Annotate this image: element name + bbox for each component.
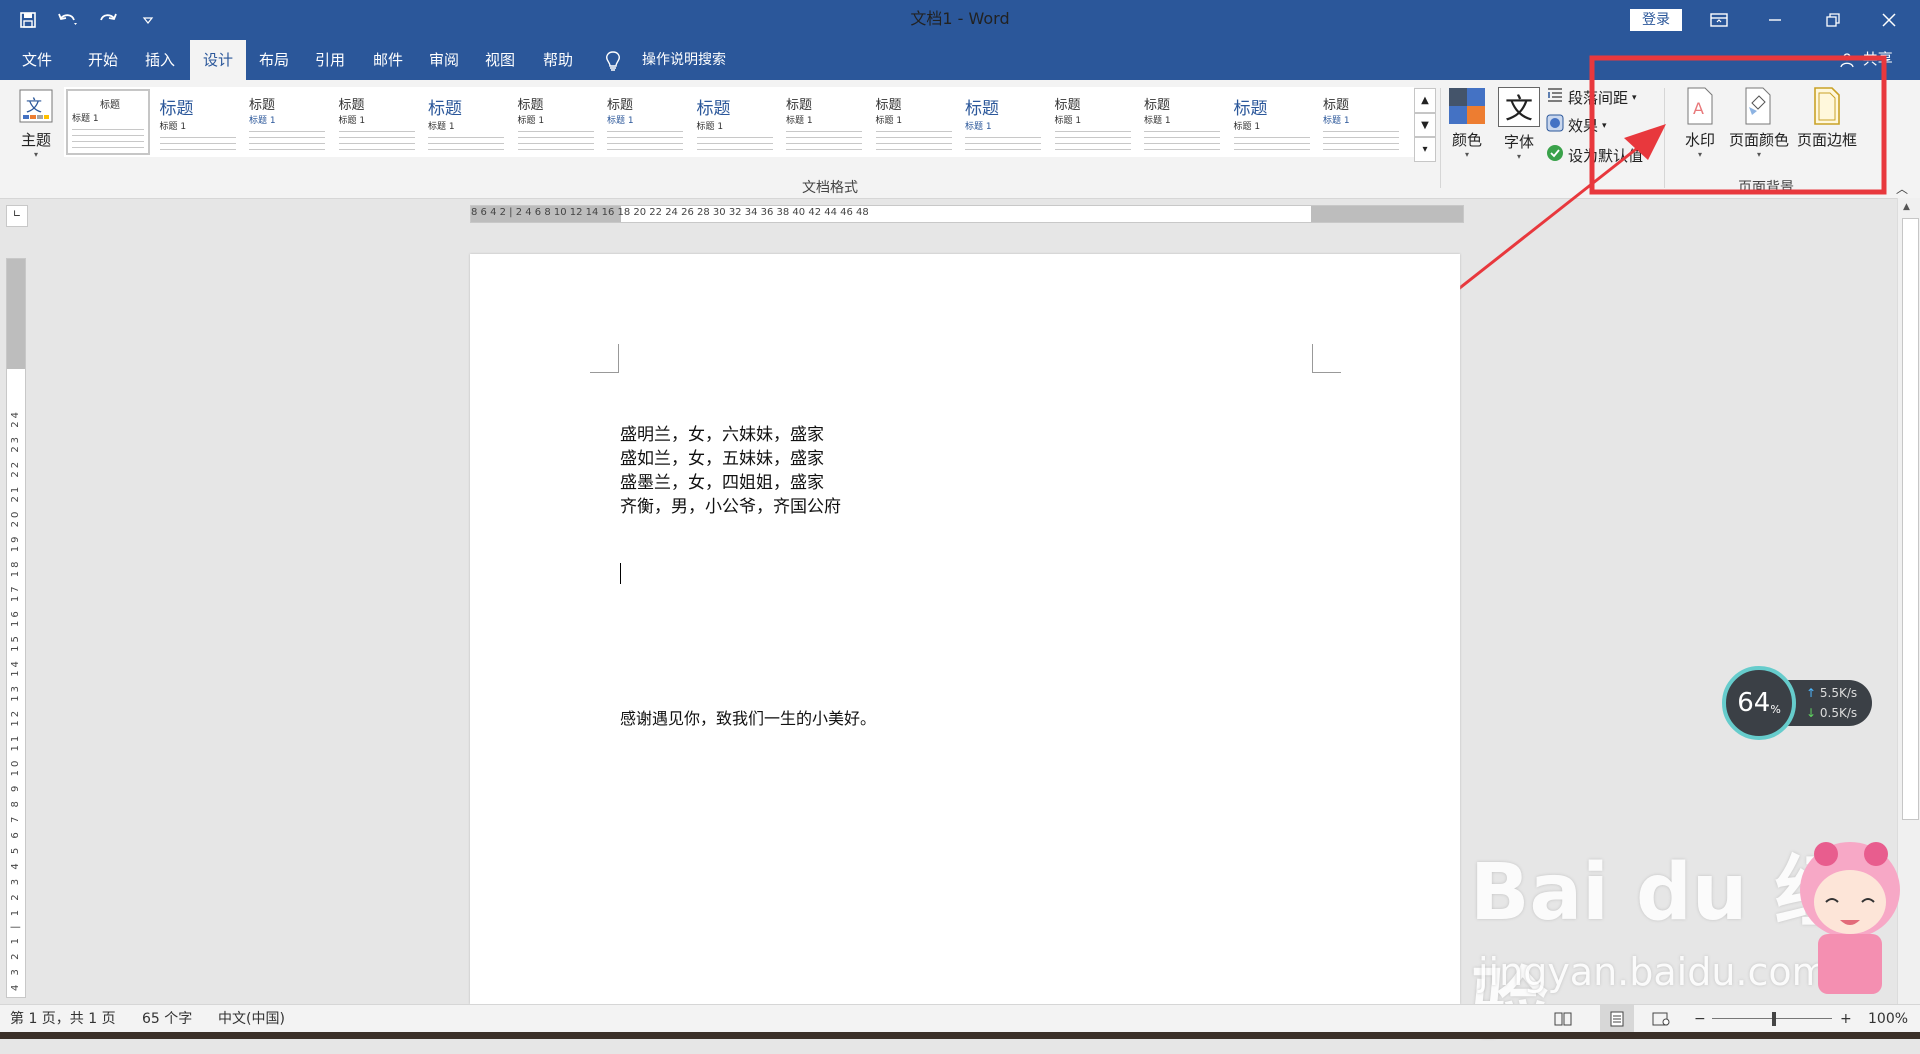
crop-mark-left <box>590 344 619 373</box>
network-speed-widget[interactable]: ↑ 5.5K/s ↓ 0.5K/s 64% <box>1722 666 1872 740</box>
document-line[interactable]: 盛明兰，女，六妹妹，盛家 <box>620 420 824 445</box>
upload-speed: 5.5K/s <box>1819 686 1858 700</box>
print-layout-icon[interactable] <box>1600 1005 1634 1033</box>
scroll-up-icon[interactable]: ▲ <box>1903 202 1910 212</box>
document-line[interactable]: 盛如兰，女，五妹妹，盛家 <box>620 444 824 469</box>
language-indicator[interactable]: 中文(中国) <box>218 1005 285 1033</box>
horizontal-ruler-ticks: 8 6 4 2 | 2 4 6 8 10 12 14 16 18 20 22 2… <box>471 207 869 218</box>
vertical-ruler[interactable]: 4 3 2 1 | 1 2 3 4 5 6 7 8 9 10 11 12 13 … <box>6 258 26 998</box>
zoom-level[interactable]: 100% <box>1868 1005 1908 1033</box>
upload-arrow-icon: ↑ <box>1806 686 1817 700</box>
web-layout-icon[interactable] <box>1652 1005 1670 1033</box>
zoom-out-icon[interactable]: − <box>1694 1005 1706 1033</box>
mascot-image <box>1786 820 1914 1000</box>
speed-gauge: 64% <box>1722 666 1796 740</box>
document-line[interactable]: 齐衡，男，小公爷，齐国公府 <box>620 492 841 517</box>
page-count[interactable]: 第 1 页，共 1 页 <box>10 1005 116 1033</box>
status-bar: 第 1 页，共 1 页 65 个字 中文(中国) − + 100% <box>0 1004 1920 1033</box>
word-count[interactable]: 65 个字 <box>142 1005 192 1033</box>
taskbar-strip <box>0 1032 1920 1039</box>
horizontal-ruler[interactable]: 8 6 4 2 | 2 4 6 8 10 12 14 16 18 20 22 2… <box>470 205 1464 223</box>
speed-percent-unit: % <box>1770 702 1781 716</box>
text-cursor <box>620 563 621 584</box>
crop-mark-right <box>1312 344 1341 373</box>
zoom-slider-thumb[interactable] <box>1772 1012 1776 1026</box>
download-arrow-icon: ↓ <box>1806 706 1817 720</box>
tab-selector[interactable]: ∟ <box>6 205 28 227</box>
zoom-in-icon[interactable]: + <box>1840 1005 1852 1033</box>
document-closing-line[interactable]: 感谢遇见你，致我们一生的小美好。 <box>620 705 876 729</box>
speed-percent: 64 <box>1737 688 1771 718</box>
document-line[interactable]: 盛墨兰，女，四姐姐，盛家 <box>620 468 824 493</box>
download-speed: 0.5K/s <box>1819 706 1858 720</box>
scroll-thumb[interactable] <box>1902 218 1919 820</box>
annotation-highlight-box <box>1589 55 1887 195</box>
read-mode-icon[interactable] <box>1554 1005 1572 1033</box>
vertical-ruler-ticks: 4 3 2 1 | 1 2 3 4 5 6 7 8 9 10 11 12 13 … <box>10 409 21 991</box>
baidu-watermark-url: jingyan.baidu.com <box>1478 950 1829 994</box>
